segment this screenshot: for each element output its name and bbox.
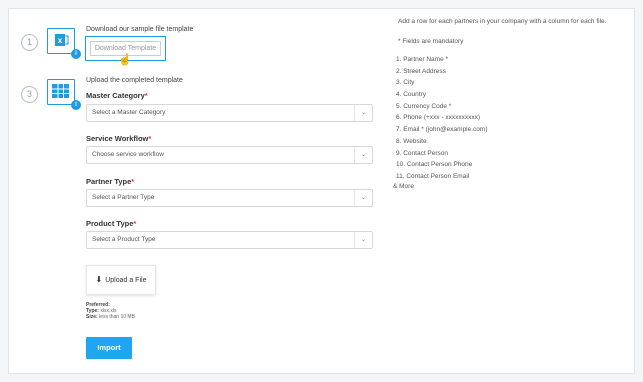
import-button[interactable]: Import	[86, 337, 132, 359]
upload-file-button[interactable]: ⬇ Upload a File	[86, 265, 156, 295]
field-list-item: 5. Currency Code *	[396, 102, 452, 110]
table-glyph-icon	[52, 84, 69, 98]
field-list-item: 11. Contact Person Email	[396, 172, 470, 180]
field-list-item: 7. Email * (john@example.com)	[396, 126, 488, 134]
spreadsheet-table-icon: ⇧	[47, 79, 81, 110]
svg-text:x: x	[58, 36, 63, 45]
upload-file-label: Upload a File	[105, 277, 147, 284]
field-list-item: 3. City	[396, 79, 415, 87]
field-list-item: 6. Phone (+xxx - xxxxxxxxxx)	[396, 114, 480, 122]
field-list-item: 1. Partner Name *	[396, 56, 449, 63]
partner-type-label: Partner Type*	[86, 177, 135, 186]
chevron-down-icon: ⌄	[354, 147, 372, 163]
product-type-placeholder: Select a Product Type	[92, 236, 156, 243]
cloud-upload-icon: ⇧	[71, 100, 81, 110]
partner-type-placeholder: Select a Partner Type	[92, 194, 155, 201]
download-caption: Download our sample file template	[86, 26, 194, 33]
instructions-intro: Add a row for each partners in your comp…	[398, 18, 607, 25]
field-list-item: 9. Contact Person	[396, 149, 449, 157]
more-fields-note: & More	[393, 183, 414, 190]
field-list-item: 10. Contact Person Phone	[396, 161, 473, 169]
chevron-down-icon: ⌄	[354, 105, 372, 121]
master-category-label: Master Category*	[86, 91, 148, 100]
step-number-1: 1	[21, 34, 38, 51]
partner-type-select[interactable]: Select a Partner Type ⌄	[86, 189, 373, 207]
cloud-download-icon: ⇩	[71, 49, 81, 59]
product-type-label: Product Type*	[86, 219, 137, 228]
field-list-item: 8. Website	[396, 137, 427, 145]
service-workflow-label: Service Workflow*	[86, 134, 152, 143]
service-workflow-select[interactable]: Choose service workflow ⌄	[86, 146, 373, 164]
chevron-down-icon: ⌄	[354, 190, 372, 206]
mandatory-note: * Fields are mandatory	[398, 38, 464, 45]
field-list-item: 4. Country	[396, 91, 426, 99]
hand-cursor-icon: ☝	[118, 54, 132, 66]
master-category-placeholder: Select a Master Category	[92, 109, 166, 116]
excel-file-icon: x ⇩	[47, 28, 81, 59]
excel-glyph-icon: x	[55, 34, 69, 46]
upload-icon: ⬇	[95, 275, 103, 284]
product-type-select[interactable]: Select a Product Type ⌄	[86, 231, 373, 249]
master-category-select[interactable]: Select a Master Category ⌄	[86, 104, 373, 122]
field-list-item: 2. Street Address	[396, 67, 446, 75]
field-list: 1. Partner Name * 2. Street Address 3. C…	[396, 54, 488, 183]
preferred-size: Size: less than 10 MB	[86, 314, 135, 320]
upload-caption: Upload the completed template	[86, 77, 183, 84]
service-workflow-placeholder: Choose service workflow	[92, 151, 164, 158]
chevron-down-icon: ⌄	[354, 232, 372, 248]
step-number-3: 3	[21, 86, 38, 103]
